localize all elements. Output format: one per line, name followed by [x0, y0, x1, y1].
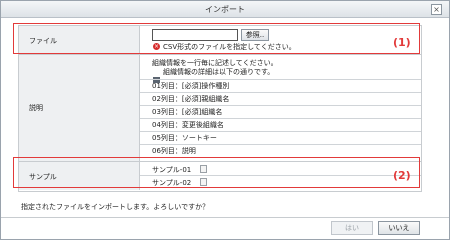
divider — [140, 105, 421, 106]
column-item-02: 02列目：[必須]親組織名 — [152, 95, 230, 103]
column-item-01: 01列目：[必須]操作種別 — [152, 82, 230, 90]
confirm-message: 指定されたファイルをインポートします。よろしいですか？ — [21, 203, 210, 211]
description-label: 説明 — [29, 104, 43, 112]
no-button[interactable]: いいえ — [378, 221, 420, 235]
title-bar: インポート × — [1, 1, 449, 18]
close-icon[interactable]: × — [431, 4, 442, 15]
highlight-box-1 — [13, 23, 420, 54]
divider — [140, 79, 421, 80]
divider — [140, 131, 421, 132]
column-item-04: 04列目：変更後組織名 — [152, 121, 224, 129]
import-dialog: インポート × ファイル 参照.. × CSV形式のファイルを指定してください。… — [0, 0, 450, 240]
marker-2: (2) — [393, 169, 411, 182]
description-line-2: 組織情報の詳細は以下の通りです。 — [163, 68, 275, 76]
column-item-05: 05列目：ソートキー — [152, 134, 217, 142]
footer-divider — [1, 217, 449, 218]
column-item-03: 03列目：[必須]組織名 — [152, 108, 223, 116]
divider — [140, 92, 421, 93]
divider — [140, 144, 421, 145]
dialog-title: インポート — [205, 5, 245, 14]
column-item-06: 06列目：説明 — [152, 147, 196, 155]
description-row: 説明 組織情報を一行毎に記述してください。 − 組織情報の詳細は以下の通りです。… — [19, 55, 421, 162]
highlight-box-2 — [13, 157, 420, 188]
divider — [140, 118, 421, 119]
yes-button[interactable]: はい — [331, 221, 373, 235]
description-label-cell: 説明 — [19, 55, 140, 161]
marker-1: (1) — [393, 36, 411, 49]
